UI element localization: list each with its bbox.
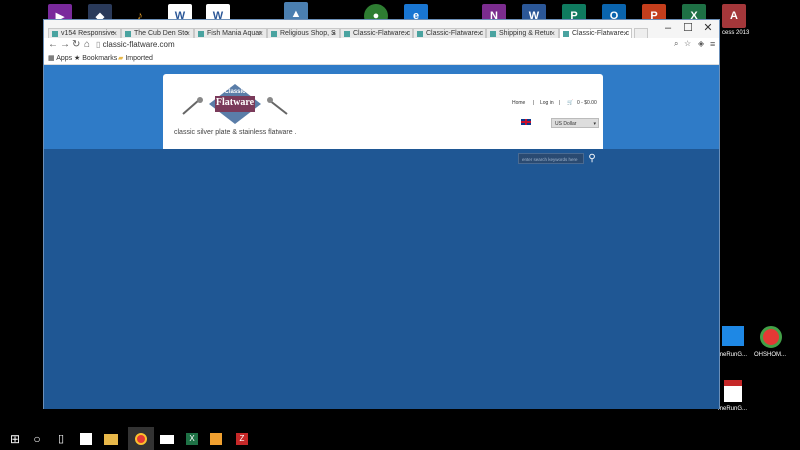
browser-tab[interactable]: Religious Shop, S × xyxy=(267,28,340,38)
close-icon[interactable]: × xyxy=(258,29,263,38)
favicon-icon xyxy=(125,31,131,37)
tab-label: Classic-Flatware.c xyxy=(426,30,484,37)
logo-top-text: Classic xyxy=(224,89,246,95)
favicon-icon xyxy=(563,31,569,37)
favicon-icon xyxy=(198,31,204,37)
close-icon[interactable]: × xyxy=(623,29,628,38)
tab-label: Fish Mania Aquar xyxy=(207,30,262,37)
search-icon[interactable]: ○ xyxy=(28,430,46,448)
cart-summary[interactable]: 0 - $0.00 xyxy=(577,100,597,106)
favicon-icon xyxy=(344,31,350,37)
bookmarks-bookmark[interactable]: ★ Bookmarks xyxy=(74,53,117,64)
site-logo[interactable]: Classic Flatware xyxy=(209,84,261,124)
browser-tab[interactable]: Fish Mania Aquar × xyxy=(194,28,267,38)
tab-label: Classic-Flatware.c xyxy=(572,30,630,37)
forward-icon[interactable]: → xyxy=(60,39,70,50)
favicon-icon xyxy=(490,31,496,37)
tab-label: Religious Shop, S xyxy=(280,30,336,37)
browser-tab[interactable]: The Cub Den Sto × xyxy=(121,28,194,38)
search-input[interactable]: enter search keywords here xyxy=(518,153,584,164)
desktop-icon-label: OHSHOM... xyxy=(754,352,787,358)
taskbar: ⊞ ○ ▯ X Z xyxy=(0,427,800,450)
close-window-icon[interactable]: ✕ xyxy=(698,21,718,35)
search-icon[interactable]: ⚲ xyxy=(585,153,599,164)
new-tab-button[interactable] xyxy=(634,28,648,38)
file-explorer-icon[interactable] xyxy=(104,434,118,445)
access-icon[interactable]: A xyxy=(722,4,746,28)
currency-select[interactable]: US Dollar ▾ xyxy=(551,118,599,128)
chevron-down-icon: ▾ xyxy=(593,121,596,127)
browser-tab[interactable]: v154 Responsive × xyxy=(48,28,121,38)
back-icon[interactable]: ← xyxy=(48,39,58,50)
start-icon[interactable]: ⊞ xyxy=(6,430,24,448)
apps-icon: ▦ xyxy=(48,55,57,62)
address-bar[interactable]: ▯ classic-flatware.com xyxy=(96,39,681,51)
file-icon[interactable] xyxy=(722,326,744,346)
favicon-icon xyxy=(271,31,277,37)
close-icon[interactable]: × xyxy=(550,29,555,38)
apps-bookmark[interactable]: ▦ Apps xyxy=(48,53,72,64)
browser-tab-active[interactable]: Classic-Flatware.c × xyxy=(559,28,632,38)
browser-tab[interactable]: Classic-Flatware.c × xyxy=(413,28,486,38)
task-view-icon[interactable]: ▯ xyxy=(52,430,70,448)
zoom-icon[interactable]: ⌕ xyxy=(674,39,678,49)
desktop-icon-label: meRunG... xyxy=(718,352,748,358)
favicon-icon xyxy=(417,31,423,37)
chrome-shortcut-icon[interactable] xyxy=(760,326,782,348)
site-header: Classic Flatware classic silver plate & … xyxy=(163,74,603,149)
home-icon[interactable]: ⌂ xyxy=(84,39,90,50)
store-icon[interactable] xyxy=(80,433,92,445)
tab-label: Classic-Flatware.c xyxy=(353,30,411,37)
fork-icon xyxy=(182,97,203,115)
page-icon: ▯ xyxy=(96,40,103,49)
nav-login-link[interactable]: Log in xyxy=(540,100,554,106)
settings-app-icon[interactable] xyxy=(210,433,222,445)
keyboard-icon[interactable] xyxy=(160,435,174,444)
desktop-icon-label: meRunG... xyxy=(718,406,748,412)
filezilla-icon[interactable]: Z xyxy=(236,433,248,445)
tab-label: Shipping & Retur xyxy=(499,30,552,37)
tab-label: The Cub Den Sto xyxy=(134,30,189,37)
tab-label: v154 Responsive xyxy=(61,30,115,37)
browser-toolbar: ← → ↻ ⌂ ▯ classic-flatware.com ⌕ ☆ ◈ ≡ xyxy=(44,38,719,53)
extension-icon[interactable]: ◈ xyxy=(698,39,704,48)
nav-home-link[interactable]: Home xyxy=(512,100,525,106)
cart-icon[interactable]: 🛒 xyxy=(567,100,573,106)
site-tagline: classic silver plate & stainless flatwar… xyxy=(174,129,297,136)
address-text: classic-flatware.com xyxy=(102,40,175,49)
excel-taskbar-icon[interactable]: X xyxy=(186,433,198,445)
maximize-icon[interactable]: ☐ xyxy=(678,21,698,35)
browser-window: v154 Responsive × The Cub Den Sto × Fish M… xyxy=(43,19,720,409)
bookmarks-bar: ▦ Apps ★ Bookmarks ▰ Imported xyxy=(44,53,719,65)
minimize-icon[interactable]: – xyxy=(658,21,678,35)
nav-separator: | xyxy=(533,100,535,106)
flag-uk-icon[interactable] xyxy=(521,119,531,125)
star-icon: ★ xyxy=(74,55,83,62)
desktop-icon-label: cess 2013 xyxy=(722,30,750,36)
logo-text: Flatware xyxy=(215,97,255,108)
close-icon[interactable]: × xyxy=(185,29,190,38)
knife-icon xyxy=(267,97,288,115)
star-icon[interactable]: ☆ xyxy=(684,39,691,48)
close-icon[interactable]: × xyxy=(477,29,482,38)
imported-folder[interactable]: ▰ Imported xyxy=(118,53,153,64)
menu-icon[interactable]: ≡ xyxy=(710,39,715,49)
favicon-icon xyxy=(52,31,58,37)
close-icon[interactable]: × xyxy=(112,29,117,38)
chrome-taskbar-icon[interactable] xyxy=(128,427,154,450)
close-icon[interactable]: × xyxy=(331,29,336,38)
web-page: Classic Flatware classic silver plate & … xyxy=(44,65,719,409)
reload-icon[interactable]: ↻ xyxy=(72,39,80,50)
close-icon[interactable]: × xyxy=(404,29,409,38)
pdf-file-icon[interactable] xyxy=(724,380,742,402)
browser-tab[interactable]: Shipping & Retur × xyxy=(486,28,559,38)
browser-tab[interactable]: Classic-Flatware.c × xyxy=(340,28,413,38)
tab-strip: v154 Responsive × The Cub Den Sto × Fish M… xyxy=(44,20,719,38)
nav-separator: | xyxy=(559,100,561,106)
